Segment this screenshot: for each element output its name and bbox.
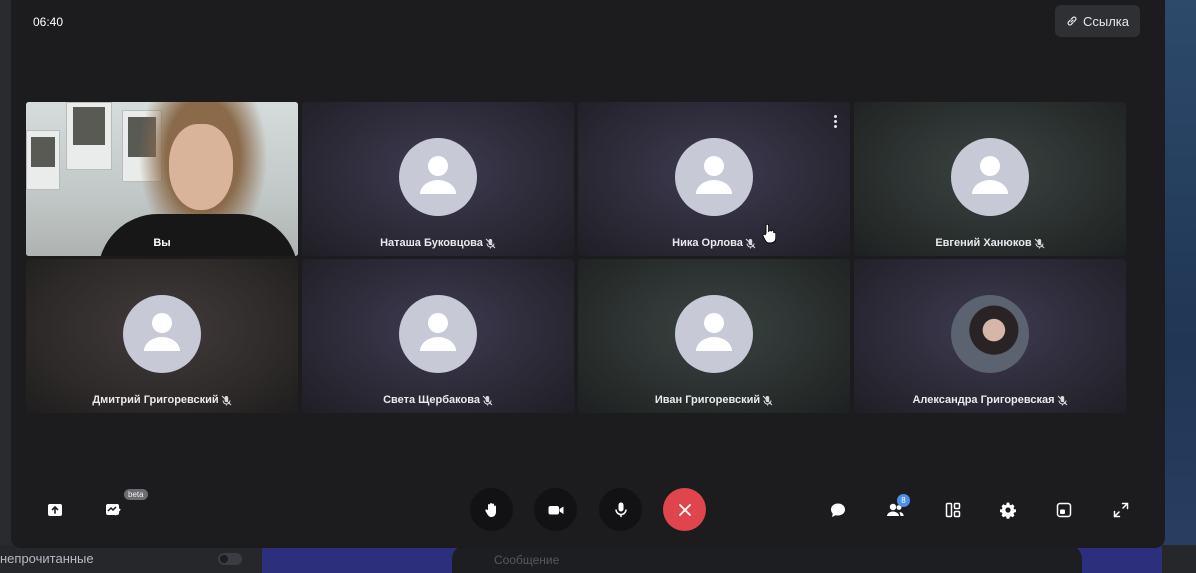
mic-off-icon	[485, 238, 496, 248]
mouse-pointer-icon	[762, 223, 776, 244]
copy-link-button[interactable]: Ссылка	[1055, 5, 1140, 37]
participant-tile[interactable]: Александра Григоревская	[854, 259, 1126, 413]
camera-icon	[548, 505, 563, 514]
whiteboard-icon	[106, 504, 121, 516]
wall-poster	[66, 102, 112, 170]
participants-grid: Вы Наташа Буковцова Ника Орлова Евгений …	[26, 102, 1128, 413]
user-icon	[972, 156, 1008, 194]
user-icon	[696, 156, 732, 194]
user-icon	[144, 313, 180, 351]
fullscreen-icon	[1113, 502, 1129, 518]
message-placeholder: Сообщение	[494, 553, 560, 567]
whiteboard-button[interactable]	[101, 499, 125, 521]
unread-toggle[interactable]	[218, 553, 242, 565]
avatar-placeholder	[675, 295, 753, 373]
participant-tile-self[interactable]: Вы	[26, 102, 298, 256]
more-options-icon[interactable]	[834, 115, 838, 129]
mic-off-icon	[1034, 238, 1045, 248]
participant-tile[interactable]: Наташа Буковцова	[302, 102, 574, 256]
copy-link-label: Ссылка	[1082, 13, 1130, 29]
raise-hand-icon	[484, 502, 496, 517]
layout-icon	[945, 502, 961, 518]
minimize-icon	[1056, 502, 1072, 518]
end-call-icon	[678, 503, 691, 516]
raise-hand-button[interactable]	[470, 488, 513, 531]
camera-button[interactable]	[534, 488, 577, 531]
screen-share-button[interactable]	[44, 500, 66, 520]
mic-off-icon	[762, 395, 773, 405]
minimize-window-button[interactable]	[1053, 499, 1075, 521]
avatar-placeholder	[675, 138, 753, 216]
avatar-photo	[951, 295, 1029, 373]
beta-badge: beta	[124, 489, 148, 500]
microphone-button[interactable]	[599, 488, 642, 531]
screen-share-icon	[48, 504, 62, 516]
gear-icon	[1000, 502, 1016, 519]
mic-off-icon	[221, 395, 232, 405]
layout-button[interactable]	[942, 499, 964, 521]
user-icon	[696, 313, 732, 351]
participant-tile[interactable]: Дмитрий Григоревский	[26, 259, 298, 413]
participant-name: Наташа Буковцова	[302, 237, 574, 249]
mic-off-icon	[482, 395, 493, 405]
participant-name: Вы	[153, 237, 171, 249]
self-video-face	[169, 124, 233, 210]
participant-tile[interactable]: Евгений Ханюков	[854, 102, 1126, 256]
participant-tile[interactable]: Иван Григоревский	[578, 259, 850, 413]
chat-button[interactable]	[827, 500, 849, 520]
end-call-button[interactable]	[663, 488, 706, 531]
background-chat-wallpaper	[1162, 0, 1196, 573]
participant-name: Ника Орлова	[578, 237, 850, 249]
participants-count-badge: 8	[897, 494, 910, 507]
mic-off-icon	[1057, 395, 1067, 405]
participant-name: Дмитрий Григоревский	[26, 394, 298, 406]
avatar-placeholder	[399, 138, 477, 216]
participant-name: Иван Григоревский	[578, 394, 850, 406]
avatar-placeholder	[399, 295, 477, 373]
background-footer: непрочитанные Сообщение	[0, 545, 1196, 573]
mic-off-icon	[745, 238, 756, 248]
avatar-placeholder	[951, 138, 1029, 216]
message-input[interactable]: Сообщение	[452, 545, 1082, 573]
participant-name: Александра Григоревская	[854, 394, 1126, 406]
call-timer: 06:40	[33, 15, 64, 29]
wall-poster	[26, 130, 60, 190]
participant-tile[interactable]: Ника Орлова	[578, 102, 850, 256]
fullscreen-button[interactable]	[1110, 499, 1132, 521]
microphone-icon	[614, 502, 627, 517]
settings-button[interactable]	[997, 499, 1019, 521]
participant-tile[interactable]: Света Щербакова	[302, 259, 574, 413]
participant-name: Света Щербакова	[302, 394, 574, 406]
link-icon	[1067, 16, 1077, 26]
participant-name: Евгений Ханюков	[854, 237, 1126, 249]
avatar-placeholder	[123, 295, 201, 373]
user-icon	[420, 156, 456, 194]
unread-filter-label: непрочитанные	[0, 551, 94, 566]
chat-icon	[831, 503, 845, 517]
user-icon	[420, 313, 456, 351]
